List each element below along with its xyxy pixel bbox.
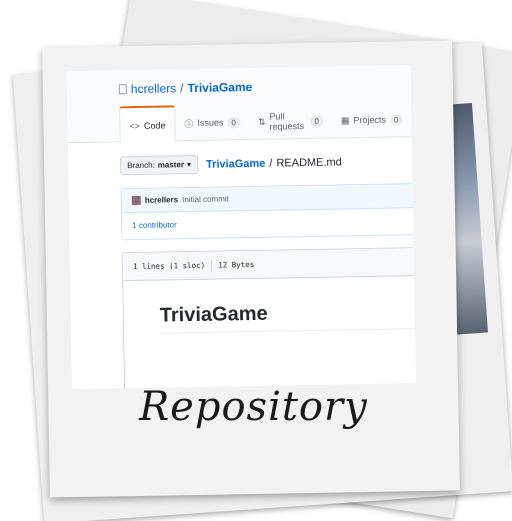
project-icon: ▦	[340, 114, 350, 125]
issue-icon: ⓘ	[184, 118, 194, 129]
file-navigation: Branch: master ▾ TriviaGame / README.md	[120, 152, 342, 176]
file-size: 12 Bytes	[218, 259, 255, 270]
tab-code[interactable]: <> Code	[119, 105, 176, 144]
pull-request-icon: ⇅	[257, 116, 266, 127]
tab-projects[interactable]: ▦ Projects 0	[332, 101, 412, 138]
readme-heading: TriviaGame	[159, 302, 268, 327]
breadcrumb-separator: /	[269, 157, 273, 170]
repo-icon	[118, 84, 127, 95]
breadcrumb-file: README.md	[276, 155, 342, 170]
repo-header: hcrellers / TriviaGame <> Code ⓘ Issues …	[66, 65, 412, 144]
commit-author-link[interactable]: hcrellers	[145, 195, 179, 205]
screenshot: hcrellers / TriviaGame <> Code ⓘ Issues …	[66, 65, 417, 390]
tab-projects-label: Projects	[353, 114, 387, 126]
tab-issues[interactable]: ⓘ Issues 0	[175, 104, 249, 141]
pull-requests-counter: 0	[310, 115, 324, 127]
contributors-link[interactable]: 1 contributor	[122, 208, 416, 238]
issues-counter: 0	[227, 116, 241, 128]
tab-issues-label: Issues	[197, 117, 224, 128]
commit-message-link[interactable]: Initial commit	[182, 194, 229, 204]
repo-owner-link[interactable]: hcrellers	[131, 81, 177, 96]
repo-name-link[interactable]: TriviaGame	[187, 80, 252, 95]
repo-title: hcrellers / TriviaGame	[118, 80, 252, 96]
repo-tabs: <> Code ⓘ Issues 0 ⇅ Pull requests 0 ▦ P…	[119, 101, 412, 144]
avatar[interactable]	[131, 195, 141, 206]
code-icon: <>	[129, 120, 141, 131]
repo-title-separator: /	[180, 81, 184, 96]
chevron-down-icon: ▾	[186, 160, 192, 170]
file-lines: 1 lines (1 sloc)	[132, 260, 206, 272]
branch-label: Branch:	[127, 160, 155, 171]
tab-pull-requests[interactable]: ⇅ Pull requests 0	[249, 103, 333, 140]
file-info-divider	[211, 259, 213, 272]
commit-tease: hcrellers Initial commit 1 contributor	[120, 183, 417, 241]
breadcrumb-repo-link[interactable]: TriviaGame	[206, 157, 266, 170]
breadcrumb: TriviaGame / README.md	[206, 156, 342, 170]
tab-code-label: Code	[143, 119, 166, 131]
file-view: 1 lines (1 sloc) 12 Bytes TriviaGame	[121, 247, 417, 390]
projects-counter: 0	[389, 113, 403, 126]
file-info: 1 lines (1 sloc) 12 Bytes	[122, 248, 417, 282]
branch-value: master	[157, 160, 185, 170]
readme-heading-rule	[160, 327, 417, 334]
polaroid-caption: Repository	[139, 383, 368, 430]
branch-select-button[interactable]: Branch: master ▾	[120, 154, 199, 176]
tab-pull-requests-label: Pull requests	[269, 111, 305, 132]
polaroid-frame: hcrellers / TriviaGame <> Code ⓘ Issues …	[42, 40, 460, 498]
